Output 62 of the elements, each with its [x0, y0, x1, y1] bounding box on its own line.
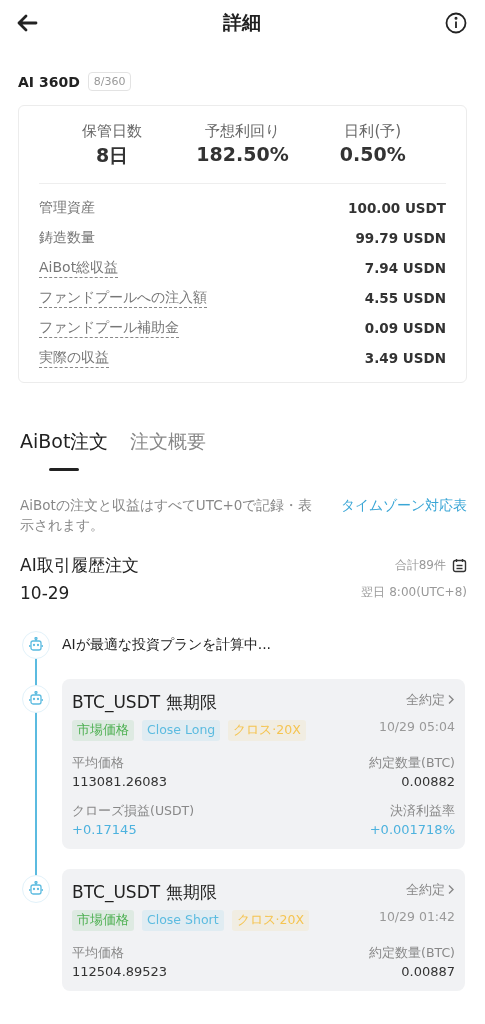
calendar-icon[interactable] [452, 557, 467, 573]
order-time: 10/29 05:04 [378, 718, 455, 734]
row-value: 4.55 USDN [364, 290, 446, 306]
fill-status-link[interactable]: 全約定 [406, 880, 455, 899]
robot-icon [29, 637, 43, 652]
field-value: +0.001718% [369, 821, 455, 837]
field-label: 約定数量(BTC) [369, 944, 455, 962]
field-label: クローズ損益(USDT) [72, 802, 195, 820]
total-count: 合計89件 [394, 556, 446, 574]
order-tag: クロス·20X [228, 719, 306, 741]
row-value: 7.94 USDN [364, 260, 446, 276]
fill-status-link[interactable]: 全約定 [406, 690, 455, 709]
order-time: 10/29 01:42 [378, 908, 455, 924]
settle-time: 翌日 8:00(UTC+8) [361, 584, 467, 601]
stat-value: 0.50% [338, 143, 407, 165]
stat-label: 保管日数 [81, 122, 144, 141]
page-title: 詳細 [222, 10, 261, 35]
pair-name: BTC_USDT 無期限 [72, 690, 218, 714]
progress-badge: 8/360 [87, 72, 132, 91]
order-tag: 市場価格 [72, 719, 134, 741]
chevron-icon [447, 694, 455, 705]
row-label: 管理資産 [39, 198, 95, 217]
timezone-link[interactable]: タイムゾーン対応表 [341, 495, 467, 536]
chevron-icon [447, 884, 455, 895]
row-value: 0.09 USDN [364, 320, 446, 336]
robot-icon [29, 881, 43, 896]
row-label: 鋳造数量 [39, 228, 95, 247]
order-tag: Close Long [142, 719, 221, 741]
field-label: 約定数量(BTC) [369, 754, 455, 772]
plan-name: AI 360D [18, 73, 80, 90]
robot-icon [29, 691, 43, 706]
info-term[interactable]: ファンドプールへの注入額 [39, 288, 207, 308]
info-button[interactable] [445, 12, 467, 34]
stat-value: 8日 [95, 143, 130, 168]
info-term[interactable]: AiBot総収益 [39, 258, 119, 278]
date-label: 10-29 [20, 582, 70, 603]
stat-label: 予想利回り [204, 122, 281, 141]
info-term[interactable]: ファンドプール補助金 [39, 318, 179, 338]
back-button[interactable] [16, 14, 38, 32]
order-tag: クロス·20X [231, 909, 310, 931]
info-term[interactable]: 実際の収益 [39, 348, 109, 368]
stat-label: 日利(予) [343, 122, 403, 141]
field-label: 決済利益率 [390, 802, 455, 820]
pair-name: BTC_USDT 無期限 [72, 880, 218, 904]
row-value: 100.00 USDT [348, 200, 446, 216]
row-value: 3.49 USDN [364, 350, 446, 366]
row-value: 99.79 USDN [355, 230, 446, 246]
status-text: AIが最適な投資プランを計算中... [62, 635, 272, 654]
field-value: 112504.89523 [72, 963, 168, 979]
tab[interactable]: AiBot注文 [20, 429, 109, 471]
field-value: 113081.26083 [72, 773, 168, 789]
field-label: 平均価格 [72, 944, 124, 962]
order-tag: Close Short [142, 909, 224, 931]
field-value: 0.00882 [401, 773, 455, 789]
notice-text: AiBotの注文と収益はすべてUTC+0で記録・表示されます。 [20, 496, 314, 536]
field-value: +0.17145 [72, 821, 137, 837]
field-label: 平均価格 [72, 754, 124, 772]
section-title: AI取引履歴注文 [20, 553, 139, 577]
tab[interactable]: 注文概要 [130, 429, 207, 471]
order-tag: 市場価格 [72, 909, 134, 931]
stat-value: 182.50% [195, 143, 290, 165]
field-value: 0.00887 [401, 963, 455, 979]
